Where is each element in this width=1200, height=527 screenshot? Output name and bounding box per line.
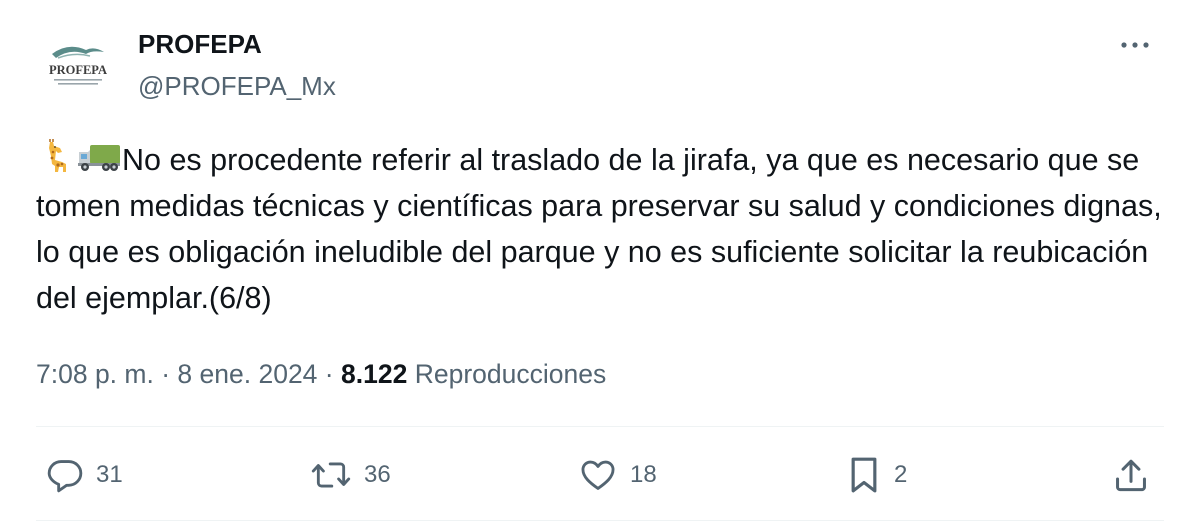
tweet-date[interactable]: 8 ene. 2024	[177, 359, 317, 389]
retweet-button[interactable]: 36	[310, 455, 391, 495]
giraffe-emoji-icon	[36, 136, 76, 176]
reply-button[interactable]: 31	[46, 455, 123, 495]
avatar[interactable]: PROFEPA	[34, 24, 122, 112]
views-count: 8.122	[341, 359, 408, 389]
more-horizontal-icon	[1121, 42, 1149, 48]
meta-separator: ·	[161, 359, 171, 389]
retweet-icon	[311, 462, 351, 488]
share-button[interactable]	[1112, 455, 1150, 495]
user-handle[interactable]: @PROFEPA_Mx	[138, 70, 336, 102]
tweet-card: PROFEPA PROFEPA @PROFEPA_Mx No es proced…	[0, 0, 1200, 527]
display-name[interactable]: PROFEPA	[138, 28, 262, 60]
bookmark-button[interactable]: 2	[846, 455, 907, 495]
bookmark-icon	[851, 457, 877, 493]
profepa-logo: PROFEPA	[49, 46, 107, 85]
like-count: 18	[630, 461, 657, 488]
meta-separator: ·	[324, 359, 334, 389]
like-button[interactable]: 18	[578, 455, 657, 495]
truck-emoji-icon	[76, 136, 122, 176]
share-icon	[1116, 459, 1146, 492]
reply-count: 31	[96, 461, 123, 488]
tweet-text: No es procedente referir al traslado de …	[36, 136, 1176, 321]
tweet-meta: 7:08 p. m. · 8 ene. 2024 · 8.122 Reprodu…	[36, 357, 606, 391]
logo-wordmark: PROFEPA	[49, 63, 107, 77]
tweet-time[interactable]: 7:08 p. m.	[36, 359, 154, 389]
divider	[36, 520, 1164, 521]
retweet-count: 36	[364, 461, 391, 488]
heart-icon	[581, 460, 615, 490]
divider	[36, 426, 1164, 427]
more-options-button[interactable]	[1120, 30, 1150, 60]
bookmark-count: 2	[894, 461, 908, 488]
reply-icon	[47, 460, 83, 493]
views-label: Reproducciones	[414, 359, 607, 389]
tweet-body-text: No es procedente referir al traslado de …	[36, 143, 1171, 315]
